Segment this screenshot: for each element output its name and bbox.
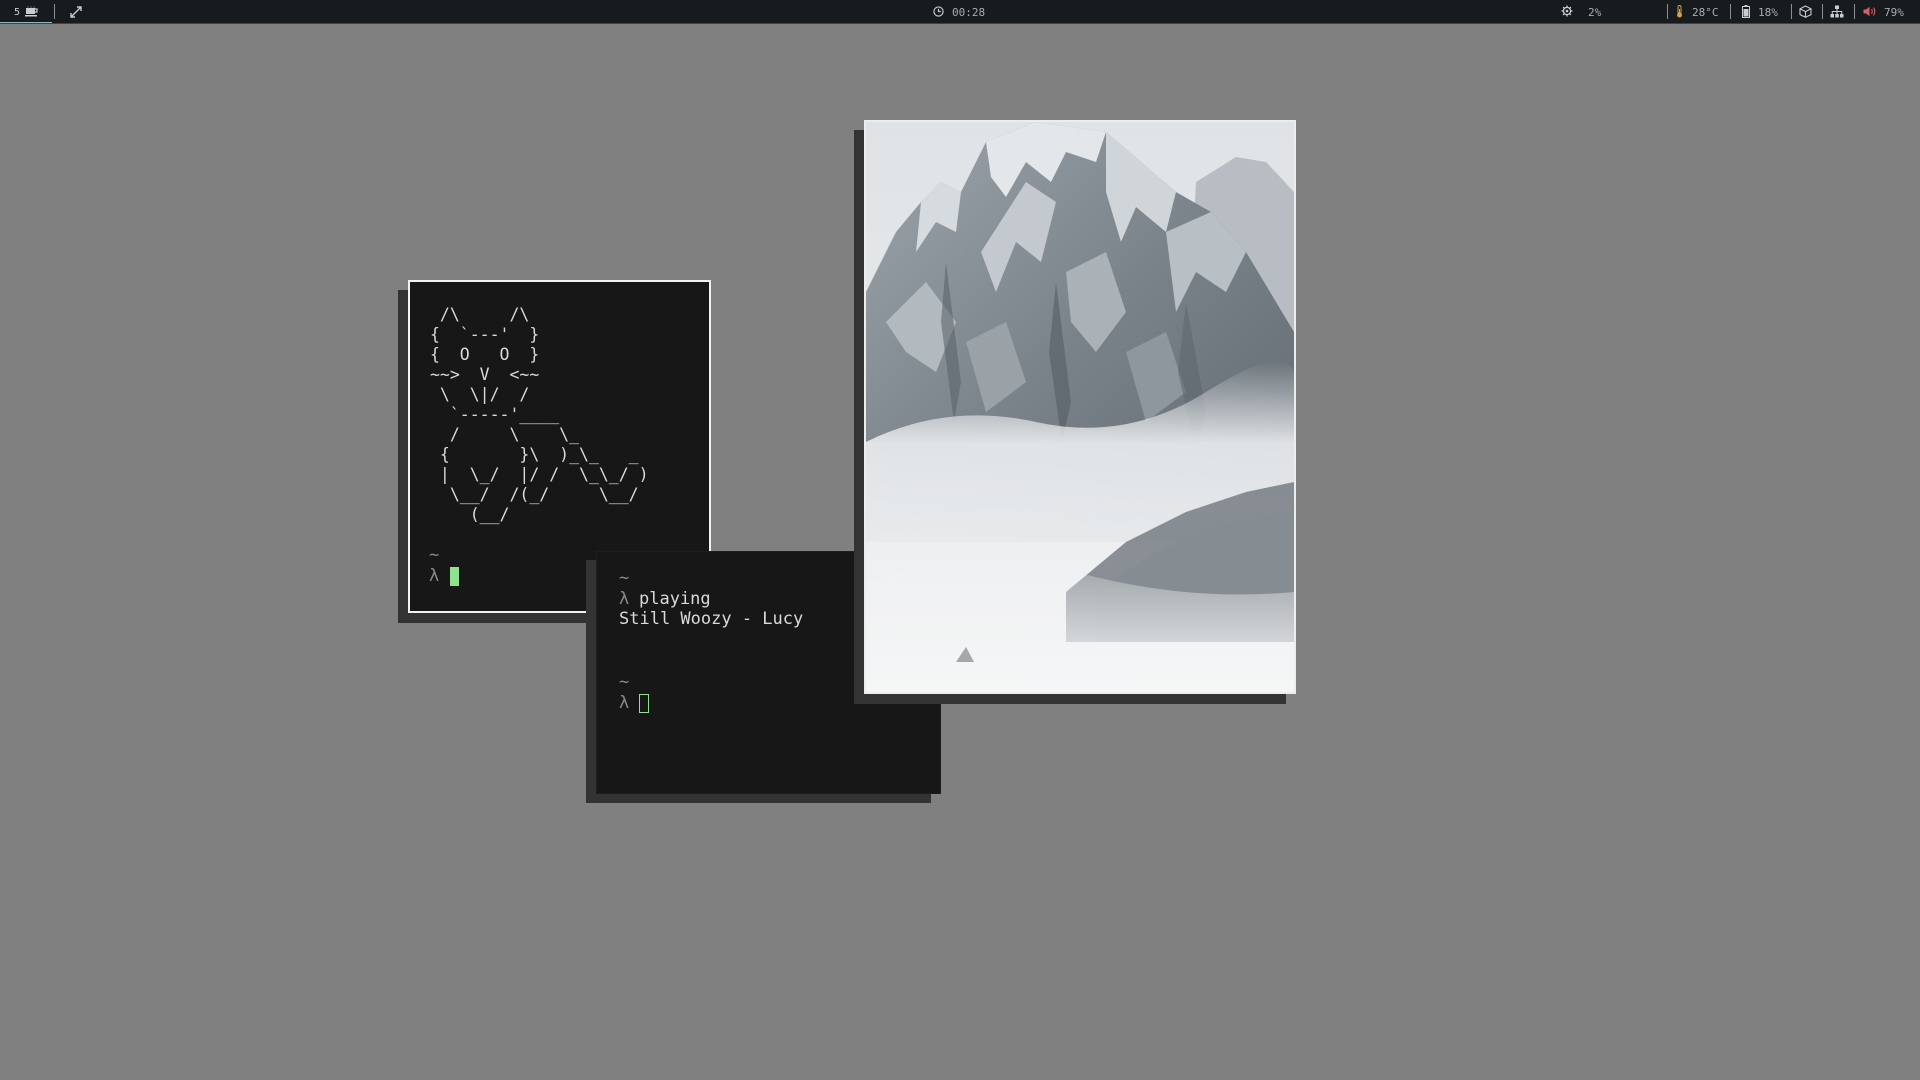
separator <box>1854 4 1855 19</box>
clock-icon <box>933 6 944 17</box>
battery-text: 18% <box>1758 6 1778 19</box>
network-icon[interactable] <box>1830 5 1844 18</box>
prompt-lambda: λ <box>619 589 630 609</box>
thermometer-icon <box>1677 5 1682 18</box>
separator <box>1667 4 1668 19</box>
gear-icon <box>1561 5 1573 17</box>
coffee-icon <box>25 6 38 17</box>
prompt-lambda: λ <box>619 693 630 713</box>
workspace-number: 5 <box>14 7 21 18</box>
ascii-cat-art: /\ /\ { `---' } { O O } ~~> V <~~ \ \|/ … <box>430 305 649 524</box>
command-text: playing <box>639 589 711 609</box>
mountain-image <box>866 122 1294 692</box>
workspace-5-button[interactable]: 5 <box>0 0 52 24</box>
bar-bottom-border <box>0 23 1920 24</box>
terminal-cursor <box>639 694 649 713</box>
separator <box>1822 4 1823 19</box>
prompt-tilde: ~ <box>619 568 630 588</box>
separator <box>54 4 55 19</box>
cube-icon[interactable] <box>1799 5 1812 18</box>
separator <box>1730 4 1731 19</box>
expand-arrows-icon[interactable] <box>70 6 82 18</box>
battery-icon <box>1742 5 1750 18</box>
clock-text: 00:28 <box>952 6 986 19</box>
prompt-tilde: ~ <box>429 545 440 565</box>
terminal-cursor <box>450 567 459 586</box>
image-viewer-window[interactable] <box>864 120 1296 694</box>
now-playing-output: Still Woozy - Lucy <box>619 609 804 629</box>
prompt-tilde: ~ <box>619 672 630 692</box>
status-bar: 5 00:28 2% 28°C 18% 79% <box>0 0 1920 24</box>
cpu-usage-text: 2% <box>1588 6 1602 19</box>
temperature-text: 28°C <box>1692 6 1719 19</box>
separator <box>1791 4 1792 19</box>
prompt-lambda: λ <box>429 566 440 586</box>
volume-text: 79% <box>1884 6 1904 19</box>
speaker-icon[interactable] <box>1863 6 1877 17</box>
